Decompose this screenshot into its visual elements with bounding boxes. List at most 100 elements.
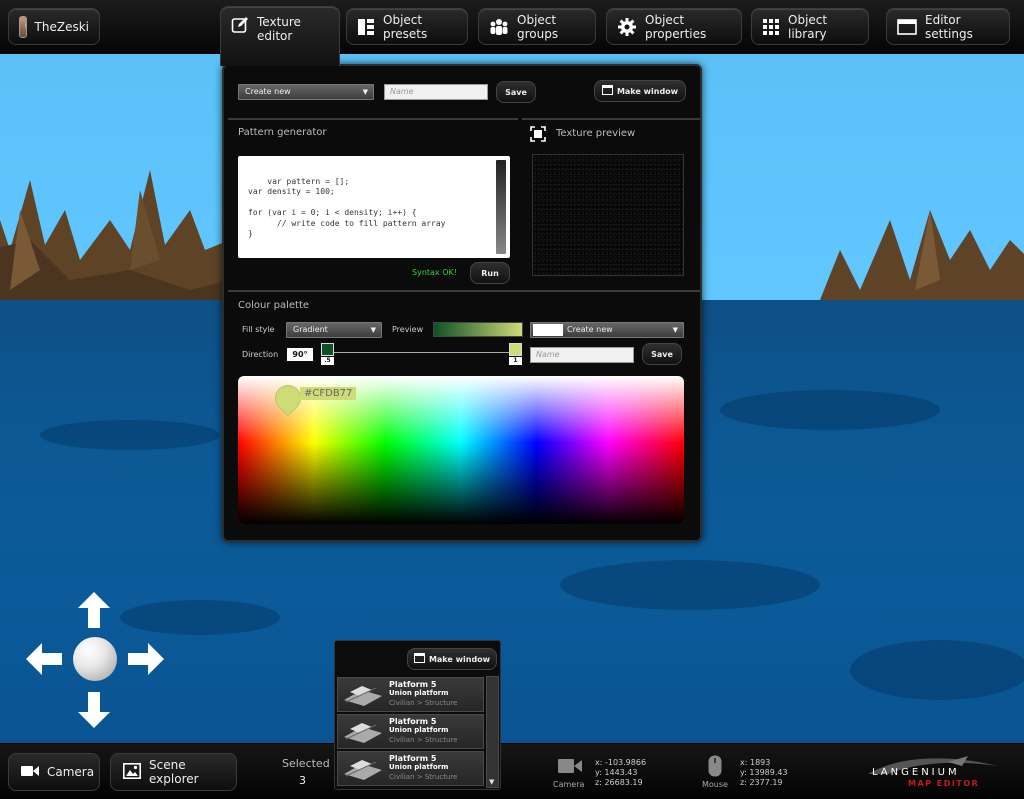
run-label: Run [481,268,499,278]
palette-select[interactable]: Create new ▼ [530,322,684,338]
palette-name-placeholder: Name [536,350,560,359]
gradient-slider-track[interactable] [324,352,516,353]
list-item[interactable]: Platform 5 Union platform Civilian > Str… [337,751,484,786]
texture-save-label: Save [505,87,527,97]
groups-icon [489,17,509,37]
divider [228,118,518,120]
gradient-stop-end[interactable] [509,343,522,356]
gear-icon [617,17,637,37]
colour-picker[interactable]: #CFDB77 [238,376,684,524]
objlist-make-window-button[interactable]: Make window [407,648,497,670]
palette-name-input[interactable]: Name [530,347,634,363]
picked-hex-value: #CFDB77 [300,387,357,400]
make-window-label: Make window [616,86,679,96]
make-window-button[interactable]: Make window [594,80,686,102]
run-button[interactable]: Run [470,262,510,284]
pattern-code-text: var pattern = []; var density = 100; for… [248,176,446,239]
scene-explorer-label: Scene explorer [149,758,199,786]
fill-style-select[interactable]: Gradient ▼ [286,322,382,338]
platform-thumbnail [344,760,382,780]
tab-texture-editor-label: Texture editor [257,15,301,43]
code-scrollbar[interactable] [496,160,506,254]
arrow-up-icon[interactable] [78,592,110,628]
chevron-down-icon: ▼ [672,326,678,334]
texture-preview-canvas [532,154,684,276]
pattern-code-editor[interactable]: var pattern = []; var density = 100; for… [238,156,510,258]
bottom-bar: Camera Scene explorer Selected 3 Camera … [0,743,1024,799]
gradient-preview [433,322,523,337]
mouse-coordinates: x: 1893 y: 13989.43 z: 2377.19 [740,758,788,788]
tab-texture-editor[interactable]: Texture editor [220,6,340,66]
mouse-icon [708,755,722,781]
mouse-caption: Mouse [702,780,728,789]
chevron-down-icon: ▼ [370,326,376,334]
palette-select-value: Create new [567,325,613,334]
object-type: Union platform [389,726,449,734]
tab-object-presets[interactable]: Object presets [346,8,468,45]
window-icon [897,17,917,37]
user-button[interactable]: TheZeski [8,8,100,45]
logo-line1: LANGENIUM [872,767,960,778]
scene-explorer-button[interactable]: Scene explorer [110,753,237,791]
objlist-make-window-label: Make window [428,654,491,664]
fill-style-value: Gradient [293,325,328,334]
camera-button-label: Camera [47,765,95,779]
gradient-stop-end-label: 1 [509,357,522,365]
texture-preview-title: Texture preview [556,128,636,139]
tab-object-groups[interactable]: Object groups [478,8,596,45]
langenium-logo: LANGENIUM MAP EDITOR [858,752,1008,792]
tab-object-properties-label: Object properties [645,12,707,41]
object-type: Union platform [389,689,449,697]
list-item[interactable]: Platform 5 Union platform Civilian > Str… [337,677,484,712]
camera-orbit-ball[interactable] [73,637,117,681]
arrow-down-icon[interactable] [78,692,110,728]
arrow-left-icon[interactable] [26,643,62,675]
window-icon [601,85,613,97]
library-icon [762,17,780,37]
texture-name-input[interactable]: Name [384,84,488,100]
user-name: TheZeski [34,19,89,34]
chevron-down-icon: ▼ [489,778,495,786]
divider [228,290,700,292]
preview-label: Preview [392,325,424,334]
object-name: Platform 5 [389,754,437,763]
edit-icon [231,15,249,35]
mouse-x: x: 1893 [740,758,771,767]
camera-coordinates: x: -103.9866 y: 1443.43 z: 26683.19 [595,758,646,788]
tab-object-properties[interactable]: Object properties [606,8,742,45]
palette-save-label: Save [651,349,673,359]
fill-style-label: Fill style [242,325,275,334]
camera-icon [21,765,39,780]
object-path: Civilian > Structure [389,773,458,781]
camera-y: y: 1443.43 [595,768,638,777]
gradient-stop-start[interactable] [321,343,334,356]
tab-object-library[interactable]: Object library [751,8,869,45]
texture-select-value: Create new [245,87,291,96]
tab-object-library-label: Object library [788,12,828,41]
editor-settings-button[interactable]: Editor settings [886,8,1010,45]
texture-select[interactable]: Create new ▼ [238,84,374,100]
texture-editor-panel: Create new ▼ Name Save Make window Patte… [222,64,702,542]
expand-icon[interactable] [530,126,546,146]
palette-save-button[interactable]: Save [642,343,682,365]
selected-count: 3 [299,774,306,787]
list-item[interactable]: Platform 5 Union platform Civilian > Str… [337,714,484,749]
camera-button[interactable]: Camera [8,753,100,791]
platform-thumbnail [344,723,382,743]
selected-title: Selected [282,757,330,770]
colour-palette-title: Colour palette [238,300,310,311]
logo-line2: MAP EDITOR [908,779,980,788]
direction-input[interactable]: 90° [287,348,313,361]
window-icon [413,653,425,665]
texture-name-placeholder: Name [390,87,414,96]
texture-save-button[interactable]: Save [496,81,536,103]
tab-object-presets-label: Object presets [383,12,428,41]
gradient-stop-start-label: .5 [321,357,334,365]
image-icon [123,762,141,782]
camera-x: x: -103.9866 [595,758,647,767]
pattern-generator-title: Pattern generator [238,127,327,138]
objlist-scrollbar[interactable]: ▼ [486,676,499,788]
arrow-right-icon[interactable] [128,643,164,675]
selected-objects-panel: Make window Platform 5 Union platform Ci… [334,640,501,790]
avatar [19,15,27,38]
